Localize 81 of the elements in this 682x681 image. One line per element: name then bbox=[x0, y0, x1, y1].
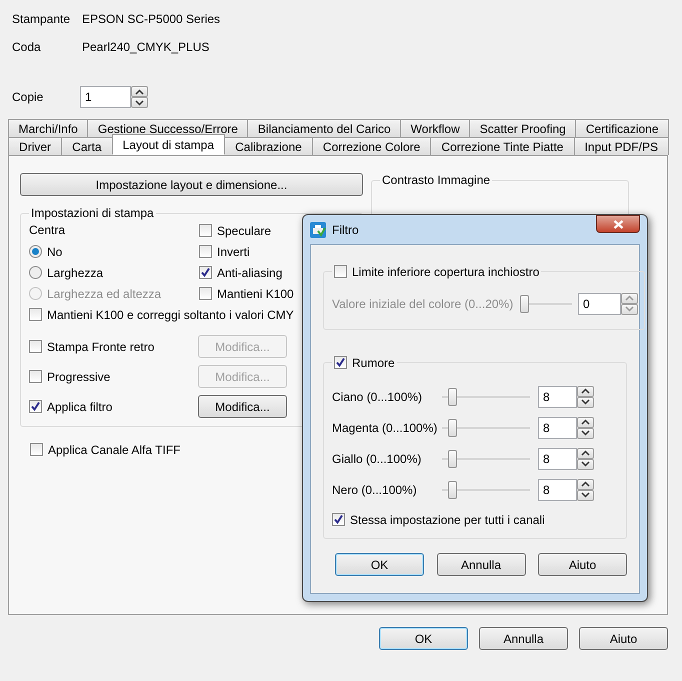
value-field[interactable]: 8 bbox=[538, 448, 577, 470]
check-icon bbox=[200, 267, 211, 278]
check-icon bbox=[30, 401, 41, 412]
checkbox-option[interactable]: Stessa impostazione per tutti i canali bbox=[332, 509, 620, 530]
value-field[interactable]: 8 bbox=[538, 478, 577, 500]
queue-value: Pearl240_CMYK_PLUS bbox=[82, 40, 210, 54]
checkbox-option[interactable]: Mantieni K100 bbox=[199, 283, 294, 304]
increment-button[interactable] bbox=[577, 478, 594, 490]
tab[interactable]: Bilanciamento del Carico bbox=[247, 119, 402, 137]
tab[interactable]: Input PDF/PS bbox=[574, 137, 670, 155]
check-icon bbox=[333, 514, 344, 525]
check-icon bbox=[335, 357, 346, 368]
chevron-up-icon bbox=[625, 295, 634, 301]
increment-button[interactable] bbox=[577, 416, 594, 428]
dialog-button[interactable]: Annulla bbox=[479, 627, 568, 650]
chevron-up-icon bbox=[581, 450, 590, 456]
channel-label: Ciano (0...100%) bbox=[332, 390, 424, 404]
tab[interactable]: Scatter Proofing bbox=[469, 119, 576, 137]
channel-slider[interactable] bbox=[442, 448, 530, 470]
copies-label: Copie bbox=[12, 90, 44, 104]
chevron-down-icon bbox=[625, 306, 634, 312]
group-title: Impostazioni di stampa bbox=[30, 206, 155, 220]
channel-slider[interactable] bbox=[442, 416, 530, 438]
dialog-button[interactable]: OK bbox=[379, 627, 468, 650]
increment-button[interactable] bbox=[577, 448, 594, 458]
tab[interactable]: Calibrazione bbox=[224, 137, 313, 155]
checkbox-option[interactable]: Inverti bbox=[199, 241, 294, 262]
channel-slider[interactable] bbox=[442, 386, 530, 408]
chevron-down-icon bbox=[581, 461, 590, 467]
decrement-button[interactable] bbox=[577, 490, 594, 500]
printer-value: EPSON SC-P5000 Series bbox=[82, 12, 220, 26]
dialog-button[interactable]: OK bbox=[335, 553, 424, 576]
radio-option[interactable]: Larghezza bbox=[29, 262, 199, 283]
tab[interactable]: Carta bbox=[61, 137, 113, 155]
copies-field[interactable]: 1 bbox=[80, 86, 131, 108]
chevron-up-icon bbox=[581, 388, 590, 394]
checkbox-option[interactable]: Anti-aliasing bbox=[199, 262, 294, 283]
tab[interactable]: Certificazione bbox=[575, 119, 670, 137]
decrement-button[interactable] bbox=[577, 396, 594, 408]
dialog-button[interactable]: Aiuto bbox=[538, 553, 627, 576]
channel-slider[interactable] bbox=[442, 478, 530, 500]
channel-label: Magenta (0...100%) bbox=[332, 420, 438, 434]
layout-settings-button[interactable]: Impostazione layout e dimensione... bbox=[20, 173, 363, 196]
chevron-down-icon bbox=[135, 100, 144, 106]
edit-button[interactable]: Modifica... bbox=[198, 395, 287, 418]
checkbox-option[interactable]: Rumore bbox=[334, 352, 395, 373]
checkbox-option[interactable]: Applica filtro bbox=[29, 396, 112, 417]
printer-label: Stampante bbox=[12, 12, 72, 26]
chevron-up-icon bbox=[581, 419, 590, 425]
chevron-down-icon bbox=[581, 492, 590, 498]
dialog-button[interactable]: Aiuto bbox=[579, 627, 668, 650]
value-field[interactable]: 8 bbox=[538, 416, 577, 438]
tab[interactable]: Marchi/Info bbox=[8, 119, 88, 137]
checkbox-option[interactable]: Speculare bbox=[199, 220, 294, 241]
decrement-button[interactable] bbox=[577, 428, 594, 438]
queue-label: Coda bbox=[12, 40, 42, 54]
tab[interactable]: Layout di stampa bbox=[112, 134, 226, 155]
dialog-button[interactable]: Annulla bbox=[436, 553, 526, 576]
decrement-button[interactable] bbox=[577, 458, 594, 470]
value-field[interactable]: 8 bbox=[538, 386, 577, 408]
radio-option[interactable]: No bbox=[29, 241, 199, 262]
increment-button[interactable] bbox=[131, 86, 148, 97]
channel-label: Nero (0...100%) bbox=[332, 482, 418, 496]
printer-icon bbox=[310, 222, 326, 238]
close-icon bbox=[612, 220, 624, 228]
group-title: Contrasto Immagine bbox=[381, 173, 492, 187]
chevron-down-icon bbox=[581, 399, 590, 405]
chevron-up-icon bbox=[135, 88, 144, 94]
tab[interactable]: Correzione Colore bbox=[312, 137, 432, 155]
decrement-button[interactable] bbox=[131, 97, 148, 108]
chevron-down-icon bbox=[581, 430, 590, 436]
tab[interactable]: Correzione Tinte Piatte bbox=[430, 137, 575, 155]
tab[interactable]: Workflow bbox=[400, 119, 470, 137]
close-button[interactable] bbox=[596, 215, 640, 233]
channel-label: Giallo (0...100%) bbox=[332, 452, 422, 466]
increment-button[interactable] bbox=[577, 386, 594, 396]
chevron-up-icon bbox=[581, 481, 590, 487]
center-label: Centra bbox=[29, 222, 66, 239]
field-label: Valore iniziale del colore (0...20%) bbox=[332, 296, 514, 310]
tab[interactable]: Driver bbox=[8, 137, 62, 155]
dialog-title: Filtro bbox=[332, 222, 359, 236]
